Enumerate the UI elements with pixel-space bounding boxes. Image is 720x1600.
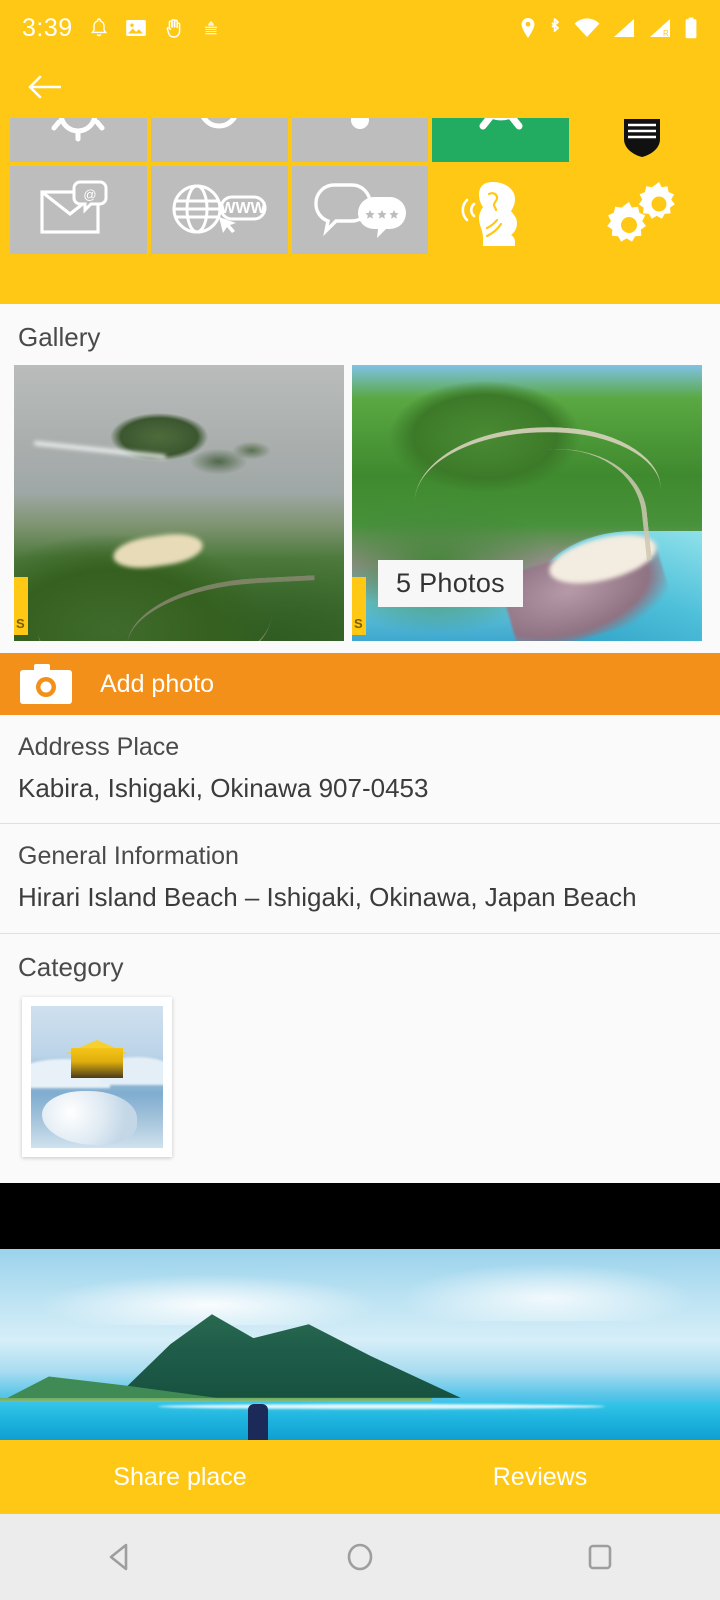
signal-icon bbox=[612, 18, 636, 38]
location-pin-icon bbox=[520, 17, 536, 39]
circle-icon bbox=[201, 118, 238, 129]
address-title: Address Place bbox=[18, 733, 180, 761]
shield-badge-icon bbox=[623, 119, 660, 157]
android-navigation-bar bbox=[0, 1514, 720, 1600]
tile-website[interactable]: WWW bbox=[150, 166, 288, 254]
signal-roaming-icon: R bbox=[648, 18, 672, 38]
tile-cut-3[interactable] bbox=[291, 118, 429, 162]
gallery-photo-2-tab bbox=[352, 577, 366, 635]
reviews-button[interactable]: Reviews bbox=[360, 1463, 720, 1492]
black-spacer bbox=[0, 1182, 720, 1249]
nav-home-button[interactable] bbox=[320, 1527, 400, 1587]
icon-grid-row-1 bbox=[10, 118, 710, 162]
gallery-strip[interactable]: 5 Photos bbox=[0, 365, 720, 653]
tile-badge[interactable] bbox=[573, 118, 710, 162]
hand-icon bbox=[163, 17, 185, 39]
tile-speaker[interactable] bbox=[432, 166, 570, 254]
tile-cut-1[interactable] bbox=[10, 118, 147, 162]
bell-icon bbox=[89, 17, 109, 39]
arc-icon bbox=[51, 118, 105, 142]
address-section: Address Place Kabira, Ishigaki, Okinawa … bbox=[0, 715, 720, 825]
tile-settings[interactable] bbox=[573, 166, 710, 254]
mosque-app-icon bbox=[201, 18, 221, 38]
app-bar bbox=[0, 56, 720, 118]
add-photo-label: Add photo bbox=[100, 669, 214, 698]
gallery-photo-1[interactable] bbox=[14, 365, 344, 641]
icon-grid-row-2: @ WWW bbox=[10, 166, 710, 254]
image-icon bbox=[125, 18, 147, 38]
tile-whatsapp[interactable] bbox=[432, 118, 570, 162]
app-screen: 3:39 R @ WWW Gallery S S 5 Photos Add ph… bbox=[0, 0, 720, 1600]
photo-count-badge: 5 Photos bbox=[378, 560, 523, 607]
tile-reviews[interactable] bbox=[291, 166, 429, 254]
gallery-photo-2[interactable]: 5 Photos bbox=[352, 365, 702, 641]
scroll-content: Gallery 5 Photos bbox=[0, 304, 720, 1440]
camera-icon bbox=[20, 664, 72, 704]
battery-icon bbox=[684, 17, 698, 39]
chat-stars-icon bbox=[314, 183, 406, 238]
add-photo-button[interactable]: Add photo bbox=[0, 653, 720, 715]
wifi-icon bbox=[574, 18, 600, 38]
gallery-title: Gallery bbox=[18, 322, 101, 352]
gallery-photo-1-image bbox=[14, 365, 344, 641]
email-at-icon: @ bbox=[40, 180, 108, 234]
category-thumb-1[interactable] bbox=[22, 996, 172, 1157]
status-bar: 3:39 R bbox=[0, 0, 720, 56]
category-section: Category bbox=[0, 933, 720, 1183]
nav-recents-button[interactable] bbox=[560, 1527, 640, 1587]
recents-square-icon bbox=[588, 1544, 612, 1570]
arrow-left-icon bbox=[28, 75, 61, 99]
home-circle-icon bbox=[347, 1543, 373, 1571]
tile-email[interactable]: @ bbox=[10, 166, 147, 254]
svg-text:WWW: WWW bbox=[221, 200, 267, 217]
globe-www-icon: WWW bbox=[172, 184, 267, 234]
svg-text:R: R bbox=[663, 29, 669, 38]
place-banner-image bbox=[0, 1248, 720, 1440]
category-thumb-1-image bbox=[31, 1005, 163, 1148]
general-information-title: General Information bbox=[18, 842, 239, 871]
svg-text:@: @ bbox=[84, 187, 97, 202]
share-place-button[interactable]: Share place bbox=[0, 1463, 360, 1492]
back-triangle-icon bbox=[109, 1543, 128, 1571]
gallery-section: Gallery 5 Photos bbox=[0, 304, 720, 653]
general-information-section: General Information Hirari Island Beach … bbox=[0, 824, 720, 934]
bottom-action-bar: Share place Reviews bbox=[0, 1440, 720, 1514]
tile-cut-2[interactable] bbox=[150, 118, 288, 162]
status-bar-right: R bbox=[520, 17, 698, 39]
pin-drop-icon bbox=[350, 118, 369, 129]
gears-icon bbox=[606, 182, 675, 242]
status-bar-left: 3:39 bbox=[22, 14, 221, 43]
nav-back-button[interactable] bbox=[80, 1527, 160, 1587]
general-information-value: Hirari Island Beach – Ishigaki, Okinawa,… bbox=[18, 882, 637, 913]
back-button[interactable] bbox=[22, 65, 66, 109]
gallery-photo-1-tab bbox=[14, 577, 28, 635]
whatsapp-icon bbox=[479, 118, 523, 130]
status-bar-clock: 3:39 bbox=[22, 13, 73, 42]
category-title: Category bbox=[18, 951, 124, 982]
bluetooth-icon bbox=[548, 17, 562, 39]
category-list bbox=[0, 996, 720, 1183]
action-icon-grid: @ WWW bbox=[0, 118, 720, 304]
person-speaking-icon bbox=[461, 182, 517, 246]
address-value: Kabira, Ishigaki, Okinawa 907-0453 bbox=[18, 773, 429, 803]
